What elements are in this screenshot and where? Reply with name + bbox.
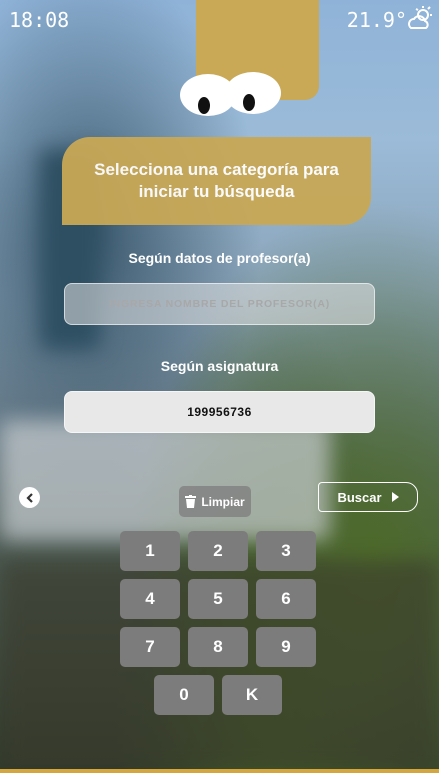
screen: 18:08 21.9° Selecciona una categoría par… bbox=[0, 0, 439, 773]
key-1[interactable]: 1 bbox=[120, 531, 180, 571]
background-wall bbox=[0, 420, 330, 540]
teacher-search-label: Según datos de profesor(a) bbox=[128, 250, 311, 266]
trash-icon bbox=[185, 495, 197, 508]
key-5[interactable]: 5 bbox=[188, 579, 248, 619]
key-0[interactable]: 0 bbox=[154, 675, 214, 715]
clear-button-label: Limpiar bbox=[201, 494, 245, 509]
key-2[interactable]: 2 bbox=[188, 531, 248, 571]
search-button-label: Buscar bbox=[337, 489, 382, 505]
mascot-right-eye bbox=[225, 72, 281, 114]
key-8[interactable]: 8 bbox=[188, 627, 248, 667]
temperature: 21.9° bbox=[346, 8, 407, 32]
subject-input-value: 199956736 bbox=[187, 405, 252, 419]
key-9[interactable]: 9 bbox=[256, 627, 316, 667]
clock: 18:08 bbox=[9, 8, 70, 32]
key-7[interactable]: 7 bbox=[120, 627, 180, 667]
category-banner: Selecciona una categoría para iniciar tu… bbox=[62, 137, 371, 225]
mascot-left-pupil bbox=[198, 97, 210, 114]
clear-button[interactable]: Limpiar bbox=[179, 486, 251, 517]
subject-input[interactable]: 199956736 bbox=[64, 391, 375, 433]
banner-title: Selecciona una categoría para iniciar tu… bbox=[94, 160, 339, 201]
subject-search-label: Según asignatura bbox=[160, 358, 279, 374]
teacher-name-placeholder: INGRESA NOMBRE DEL PROFESOR(A) bbox=[108, 298, 331, 310]
teacher-name-input[interactable]: INGRESA NOMBRE DEL PROFESOR(A) bbox=[64, 283, 375, 325]
partly-cloudy-icon bbox=[408, 6, 432, 29]
key-3[interactable]: 3 bbox=[256, 531, 316, 571]
mascot-right-pupil bbox=[243, 94, 255, 111]
bottom-accent-line bbox=[0, 769, 439, 773]
search-button[interactable]: Buscar bbox=[318, 482, 418, 512]
back-button[interactable] bbox=[19, 487, 40, 508]
key-4[interactable]: 4 bbox=[120, 579, 180, 619]
caret-right-icon bbox=[391, 492, 399, 502]
key-k[interactable]: K bbox=[222, 675, 282, 715]
key-6[interactable]: 6 bbox=[256, 579, 316, 619]
chevron-left-icon bbox=[25, 492, 33, 503]
